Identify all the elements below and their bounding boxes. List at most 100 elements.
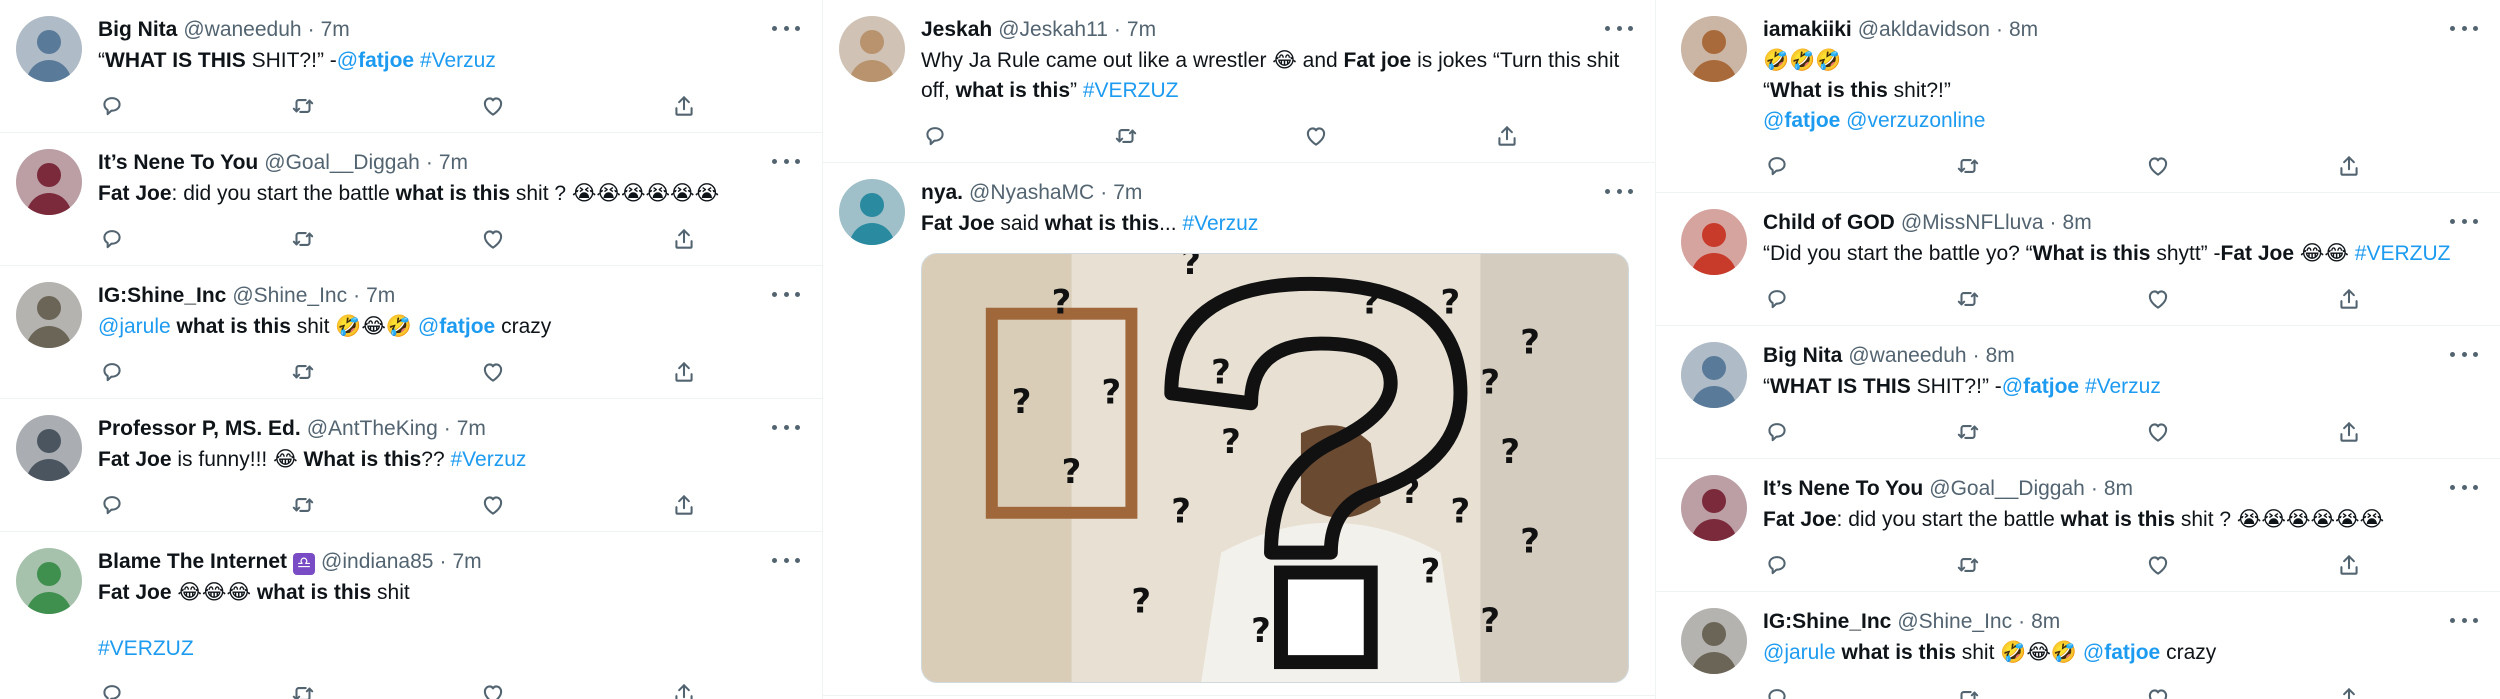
mention-link[interactable]: @ — [1763, 109, 1784, 132]
tweet[interactable]: It’s Nene To You @Goal__Diggah · 8m Fat Joe:… — [1656, 459, 2500, 592]
more-icon[interactable] — [1605, 18, 1633, 38]
timestamp[interactable]: 8m — [1986, 342, 2015, 370]
retweet-icon[interactable] — [1954, 418, 1982, 446]
timestamp[interactable]: 8m — [2031, 608, 2060, 636]
display-name[interactable]: It’s Nene To You — [98, 149, 258, 177]
share-icon[interactable] — [670, 225, 698, 253]
display-name[interactable]: Jeskah — [921, 16, 992, 44]
tweet[interactable]: Big Nita @waneeduh · 8m “WHAT IS THIS SHIT?!… — [1656, 326, 2500, 459]
avatar[interactable] — [16, 282, 82, 348]
reply-icon[interactable] — [1763, 285, 1791, 313]
user-handle[interactable]: @Jeskah11 — [998, 16, 1108, 44]
retweet-icon[interactable] — [289, 680, 317, 699]
timestamp[interactable]: 8m — [2104, 475, 2133, 503]
avatar[interactable] — [1681, 475, 1747, 541]
retweet-icon[interactable] — [289, 491, 317, 519]
display-name[interactable]: Child of GOD — [1763, 209, 1895, 237]
like-icon[interactable] — [2144, 285, 2172, 313]
share-icon[interactable] — [670, 358, 698, 386]
mention-link[interactable]: @ — [418, 315, 439, 338]
avatar[interactable] — [839, 16, 905, 82]
tweet[interactable]: Child of GOD @MissNFLluva · 8m “Did you star… — [1656, 193, 2500, 326]
mention-link[interactable]: @ — [2002, 375, 2023, 398]
retweet-icon[interactable] — [1954, 684, 1982, 699]
avatar[interactable] — [1681, 16, 1747, 82]
reply-icon[interactable] — [98, 680, 126, 699]
mention-link[interactable]: @jarule — [98, 315, 171, 338]
share-icon[interactable] — [670, 680, 698, 699]
retweet-icon[interactable] — [289, 225, 317, 253]
user-handle[interactable]: @NyashaMC — [969, 179, 1094, 207]
share-icon[interactable] — [2335, 152, 2363, 180]
more-icon[interactable] — [2450, 477, 2478, 497]
tweet[interactable]: Big Nita @waneeduh · 7m “WHAT IS THIS SHIT?!… — [0, 0, 822, 133]
user-handle[interactable]: @waneeduh — [183, 16, 301, 44]
reply-icon[interactable] — [1763, 551, 1791, 579]
mention-link[interactable]: @jarule — [1763, 641, 1836, 664]
mention-link[interactable]: fatjoe — [1784, 109, 1840, 132]
share-icon[interactable] — [1493, 122, 1521, 150]
retweet-icon[interactable] — [289, 358, 317, 386]
mention-link[interactable]: fatjoe — [2023, 375, 2079, 398]
timestamp[interactable]: 7m — [1113, 179, 1142, 207]
timestamp[interactable]: 7m — [439, 149, 468, 177]
retweet-icon[interactable] — [1954, 152, 1982, 180]
user-handle[interactable]: @Shine_Inc — [1897, 608, 2012, 636]
like-icon[interactable] — [2144, 152, 2172, 180]
reply-icon[interactable] — [98, 92, 126, 120]
user-handle[interactable]: @waneeduh — [1848, 342, 1966, 370]
avatar[interactable] — [1681, 342, 1747, 408]
more-icon[interactable] — [2450, 211, 2478, 231]
display-name[interactable]: Blame The Internet — [98, 548, 287, 576]
tweet[interactable]: nya. @NyashaMC · 7m Fat Joe said what is thi… — [823, 163, 1655, 696]
share-icon[interactable] — [2335, 285, 2363, 313]
share-icon[interactable] — [2335, 684, 2363, 699]
tweet[interactable]: IG:Shine_Inc @Shine_Inc · 7m @jarule what is… — [0, 266, 822, 399]
timestamp[interactable]: 7m — [457, 415, 486, 443]
hashtag-link[interactable]: #Verzuz — [414, 49, 496, 72]
hashtag-link[interactable]: #Verzuz — [1182, 212, 1258, 235]
tweet[interactable]: Professor P, MS. Ed. @AntTheKing · 7m Fat Jo… — [0, 399, 822, 532]
avatar[interactable] — [16, 16, 82, 82]
hashtag-link[interactable]: #VERZUZ — [1083, 79, 1179, 102]
timestamp[interactable]: 7m — [452, 548, 481, 576]
more-icon[interactable] — [772, 284, 800, 304]
more-icon[interactable] — [772, 151, 800, 171]
avatar[interactable] — [1681, 209, 1747, 275]
timestamp[interactable]: 7m — [1127, 16, 1156, 44]
mention-link[interactable]: fatjoe — [439, 315, 495, 338]
share-icon[interactable] — [670, 491, 698, 519]
reply-icon[interactable] — [98, 491, 126, 519]
more-icon[interactable] — [772, 417, 800, 437]
more-icon[interactable] — [772, 18, 800, 38]
tweet-media-image[interactable]: ???????????????????? — [921, 253, 1629, 683]
display-name[interactable]: Professor P, MS. Ed. — [98, 415, 301, 443]
avatar[interactable] — [839, 179, 905, 245]
share-icon[interactable] — [2335, 418, 2363, 446]
avatar[interactable] — [16, 548, 82, 614]
user-handle[interactable]: @AntTheKing — [307, 415, 438, 443]
reply-icon[interactable] — [98, 358, 126, 386]
mention-link[interactable]: fatjoe — [358, 49, 414, 72]
avatar[interactable] — [16, 415, 82, 481]
hashtag-link[interactable]: #VERZUZ — [98, 637, 194, 660]
like-icon[interactable] — [2144, 684, 2172, 699]
timestamp[interactable]: 8m — [2063, 209, 2092, 237]
user-handle[interactable]: @akldavidson — [1858, 16, 1990, 44]
retweet-icon[interactable] — [1954, 551, 1982, 579]
mention-link[interactable]: @verzuzonline — [1840, 109, 1985, 132]
hashtag-link[interactable]: #VERZUZ — [2355, 242, 2451, 265]
retweet-icon[interactable] — [1954, 285, 1982, 313]
avatar[interactable] — [1681, 608, 1747, 674]
share-icon[interactable] — [670, 92, 698, 120]
like-icon[interactable] — [479, 225, 507, 253]
display-name[interactable]: Big Nita — [1763, 342, 1842, 370]
mention-link[interactable]: fatjoe — [2104, 641, 2160, 664]
tweet[interactable]: IG:Shine_Inc @Shine_Inc · 8m @jarule what is… — [1656, 592, 2500, 699]
tweet[interactable]: Jeskah @Jeskah11 · 7m Why Ja Rule came out l… — [823, 0, 1655, 163]
reply-icon[interactable] — [98, 225, 126, 253]
display-name[interactable]: It’s Nene To You — [1763, 475, 1923, 503]
avatar[interactable] — [16, 149, 82, 215]
like-icon[interactable] — [479, 358, 507, 386]
user-handle[interactable]: @Goal__Diggah — [1929, 475, 2085, 503]
